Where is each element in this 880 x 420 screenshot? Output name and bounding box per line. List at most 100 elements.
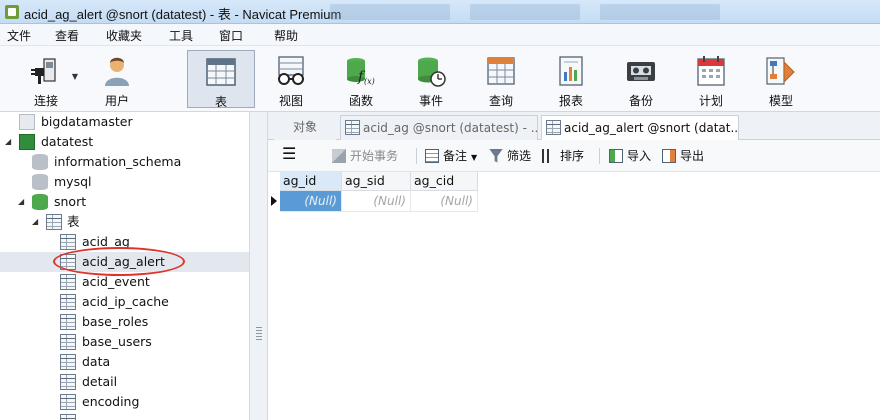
menu-hamburger-icon[interactable]: ☰ (282, 145, 296, 163)
filter-funnel-icon (489, 148, 503, 163)
tree-item-table[interactable]: acid_ip_cache (0, 292, 249, 312)
tree-item-table[interactable]: data (0, 352, 249, 372)
separator (599, 148, 600, 164)
schedule-label: 计划 (698, 94, 723, 108)
menu-tools[interactable]: 工具 (169, 27, 193, 44)
expand-arrow-icon[interactable]: ◢ (5, 132, 15, 152)
menu-favorites[interactable]: 收藏夹 (106, 27, 142, 44)
import-icon (609, 148, 623, 163)
database-icon (32, 154, 48, 170)
query-icon (487, 57, 515, 85)
separator (416, 148, 417, 164)
tree-item-label: 表 (67, 214, 80, 229)
tree-item-table[interactable]: base_users (0, 332, 249, 352)
model-label: 模型 (768, 94, 793, 108)
tree-item-tables-folder[interactable]: ◢ 表 (0, 212, 249, 232)
column-header-ag-cid[interactable]: ag_cid (411, 172, 478, 191)
background-window-tab[interactable] (330, 4, 450, 20)
query-button[interactable]: 查询 (468, 50, 534, 108)
table-toolbar: ☰ 开始事务 备注 ▼ 筛选 排序 导入 导出 (268, 140, 880, 172)
tab-acid-ag-alert[interactable]: acid_ag_alert @snort (datat... (541, 115, 739, 141)
tree-item-table[interactable]: encoding (0, 392, 249, 412)
note-icon (425, 148, 439, 163)
tree-item-table-partial[interactable] (0, 412, 249, 420)
event-clock-icon (418, 57, 446, 87)
tree-item-label: information_schema (54, 154, 182, 169)
chevron-down-icon[interactable]: ▼ (72, 72, 78, 81)
begin-transaction-button[interactable]: 开始事务 (332, 147, 398, 165)
grid-cell-ag-cid[interactable]: (Null) (411, 191, 478, 212)
table-label: 表 (214, 95, 227, 109)
import-label: 导入 (627, 149, 652, 163)
tree-item-label: bigdatamaster (41, 114, 133, 129)
expand-arrow-icon[interactable]: ◢ (18, 192, 28, 212)
window-title: acid_ag_alert @snort (datatest) - 表 - Na… (24, 7, 342, 22)
view-glasses-icon (278, 56, 304, 85)
main-toolbar: ▼ 连接 用户 表 视图 f (x) 函数 事件 查询 报表 备份 计划 模型 (0, 46, 880, 112)
user-button[interactable]: 用户 (84, 50, 150, 108)
table-icon (546, 120, 561, 135)
table-icon (60, 314, 76, 330)
tree-item-mysql[interactable]: mysql (0, 172, 249, 192)
column-header-ag-sid[interactable]: ag_sid (342, 172, 411, 191)
report-chart-icon (559, 56, 583, 86)
backup-button[interactable]: 备份 (608, 50, 674, 108)
function-button[interactable]: f (x) 函数 (328, 50, 394, 108)
export-icon (662, 148, 676, 163)
pane-splitter[interactable] (250, 112, 268, 420)
tree-item-datatest[interactable]: ◢ datatest (0, 132, 249, 152)
tree-item-table[interactable]: detail (0, 372, 249, 392)
tree-item-label: snort (54, 194, 87, 209)
menu-window[interactable]: 窗口 (219, 27, 243, 44)
report-label: 报表 (558, 94, 583, 108)
column-header-ag-id[interactable]: ag_id (280, 172, 342, 191)
tree-item-label: data (82, 354, 111, 369)
note-button[interactable]: 备注 ▼ (425, 147, 477, 165)
query-label: 查询 (488, 94, 513, 108)
export-button[interactable]: 导出 (662, 147, 704, 165)
event-button[interactable]: 事件 (398, 50, 464, 108)
menu-view[interactable]: 查看 (55, 27, 79, 44)
table-folder-icon (46, 214, 62, 230)
background-window-tab[interactable] (600, 4, 720, 20)
table-icon (60, 354, 76, 370)
model-button[interactable]: 模型 (748, 50, 814, 108)
plug-icon (31, 58, 56, 84)
background-window-tab[interactable] (470, 4, 580, 20)
sort-button[interactable]: 排序 (542, 147, 584, 165)
tree-item-information-schema[interactable]: information_schema (0, 152, 249, 172)
export-label: 导出 (680, 149, 705, 163)
tab-label: acid_ag @snort (datatest) - ... (363, 121, 538, 135)
annotation-red-circle (53, 247, 185, 276)
data-grid[interactable]: ag_id ag_sid ag_cid (Null) (Null) (Null) (268, 172, 880, 420)
expand-arrow-icon[interactable]: ◢ (32, 212, 42, 232)
splitter-grip-icon[interactable] (256, 327, 262, 341)
table-icon (60, 334, 76, 350)
report-button[interactable]: 报表 (538, 50, 604, 108)
transaction-icon (332, 148, 346, 163)
filter-button[interactable]: 筛选 (489, 147, 531, 165)
function-fx-icon: f (x) (347, 58, 375, 86)
view-button[interactable]: 视图 (258, 50, 324, 108)
navicat-app-icon (5, 5, 19, 19)
tree-item-bigdatamaster[interactable]: bigdatamaster (0, 112, 249, 132)
tree-item-label: base_users (82, 334, 152, 349)
tab-objects[interactable]: 对象 (274, 115, 336, 140)
note-label: 备注 (443, 149, 468, 163)
schedule-button[interactable]: 计划 (678, 50, 744, 108)
tree-item-snort[interactable]: ◢ snort (0, 192, 249, 212)
grid-cell-ag-sid[interactable]: (Null) (342, 191, 411, 212)
menu-file[interactable]: 文件 (7, 27, 31, 44)
menu-help[interactable]: 帮助 (274, 27, 298, 44)
table-button[interactable]: 表 (187, 50, 255, 109)
chevron-down-icon[interactable]: ▼ (471, 153, 477, 162)
tree-item-label: datatest (41, 134, 94, 149)
tab-acid-ag[interactable]: acid_ag @snort (datatest) - ... (340, 115, 538, 140)
model-diagram-icon (766, 57, 795, 85)
grid-cell-ag-id[interactable]: (Null) (280, 191, 342, 212)
tree-item-table[interactable]: base_roles (0, 312, 249, 332)
connect-button[interactable]: ▼ 连接 (10, 50, 82, 108)
schedule-calendar-icon (697, 56, 725, 86)
import-button[interactable]: 导入 (609, 147, 651, 165)
backup-label: 备份 (628, 94, 653, 108)
